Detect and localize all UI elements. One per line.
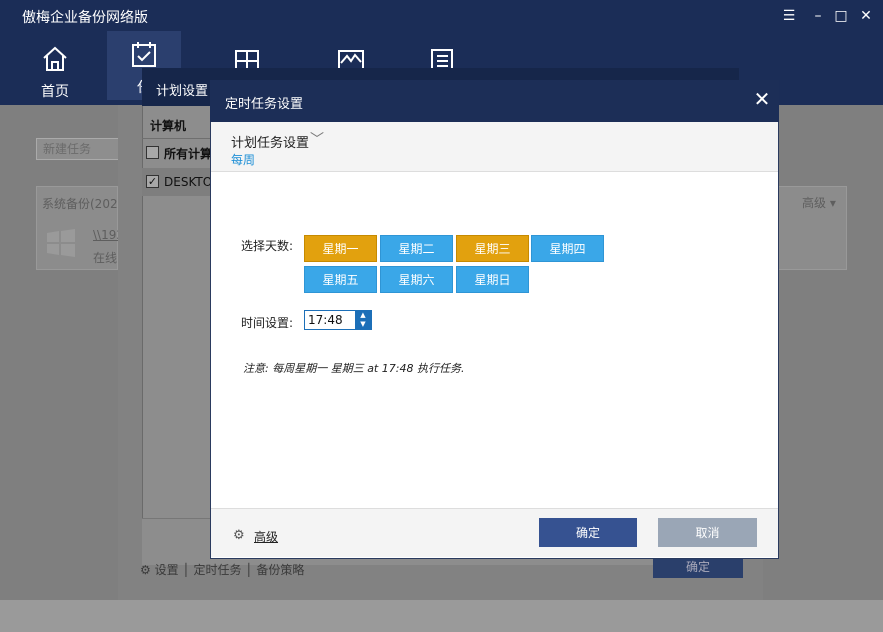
backup-status: 在线 xyxy=(93,251,118,265)
time-spinner[interactable]: ▲ ▼ xyxy=(355,311,371,329)
ok-button[interactable]: 确定 xyxy=(539,518,637,547)
day-sunday[interactable]: 星期日 xyxy=(456,266,529,293)
app-footer xyxy=(0,600,883,632)
computer-name: DESKTO xyxy=(164,175,213,189)
computer-checkbox[interactable]: ✓ xyxy=(146,175,159,188)
chevron-down-icon[interactable]: ﹀ xyxy=(310,129,324,149)
time-value: 17:48 xyxy=(308,313,343,327)
windows-logo-icon xyxy=(47,229,75,257)
task-icon xyxy=(132,42,156,67)
nav-home[interactable]: 首页 xyxy=(18,35,92,103)
computer-column-header: 计算机 xyxy=(150,119,187,133)
days-label: 选择天数: xyxy=(241,239,294,253)
app-title: 傲梅企业备份网络版 xyxy=(22,10,148,26)
maximize-icon[interactable]: □ xyxy=(831,6,851,26)
schedule-link[interactable]: 定时任务 xyxy=(193,563,241,577)
plan-ok-button[interactable]: 确定 xyxy=(653,558,743,578)
settings-link[interactable]: ⚙ 设置 xyxy=(140,563,179,577)
select-all-label: 所有计算 xyxy=(164,147,213,161)
day-monday[interactable]: 星期一 xyxy=(304,235,377,262)
schedule-mode[interactable]: 每周 xyxy=(231,151,255,168)
minimize-icon[interactable]: – xyxy=(808,6,828,26)
settings-link-label: 设置 xyxy=(154,563,179,577)
schedule-note: 注意: 每周星期一 星期三 at 17:48 执行任务. xyxy=(243,362,465,375)
nav-home-label: 首页 xyxy=(41,84,69,100)
divider xyxy=(142,138,210,139)
menu-icon[interactable]: ☰ xyxy=(779,6,799,26)
day-wednesday[interactable]: 星期三 xyxy=(456,235,529,262)
schedule-type-dropdown[interactable]: 计划任务设置 xyxy=(231,132,309,151)
close-icon[interactable]: ✕ xyxy=(856,6,876,26)
advanced-menu-label: 高级 xyxy=(802,196,827,210)
time-label: 时间设置: xyxy=(241,316,294,330)
day-thursday[interactable]: 星期四 xyxy=(531,235,604,262)
spin-up-icon[interactable]: ▲ xyxy=(355,311,371,320)
plan-dialog-title: 计划设置 xyxy=(156,84,209,99)
cancel-button[interactable]: 取消 xyxy=(658,518,757,547)
day-saturday[interactable]: 星期六 xyxy=(380,266,453,293)
new-task-input[interactable]: 新建任务 xyxy=(36,138,124,160)
day-tuesday[interactable]: 星期二 xyxy=(380,235,453,262)
select-all-checkbox[interactable] xyxy=(146,146,159,159)
close-icon[interactable]: ✕ xyxy=(752,88,772,110)
advanced-link[interactable]: 高级 xyxy=(254,528,278,545)
spin-down-icon[interactable]: ▼ xyxy=(355,320,371,329)
schedule-dialog-title: 定时任务设置 xyxy=(225,97,304,112)
gear-icon[interactable]: ⚙ xyxy=(233,529,246,542)
footer-links: ⚙ 设置 │ 定时任务 │ 备份策略 xyxy=(140,563,305,577)
policy-link[interactable]: 备份策略 xyxy=(256,563,304,577)
advanced-menu[interactable]: 高级 ▾ xyxy=(802,194,836,211)
backup-card-title: 系统备份(202 xyxy=(42,197,118,211)
home-icon xyxy=(43,46,67,71)
day-friday[interactable]: 星期五 xyxy=(304,266,377,293)
